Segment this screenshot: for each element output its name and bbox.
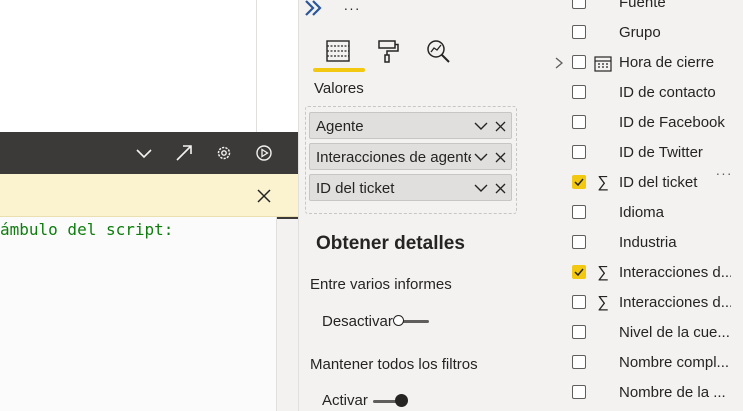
field-name: Industria (619, 234, 677, 251)
field-name: Nombre compl... (619, 354, 730, 371)
fields-tab-icon[interactable] (323, 36, 353, 66)
scrollbar-thumb[interactable] (277, 217, 298, 219)
settings-gear-icon[interactable] (213, 142, 235, 164)
sigma-icon: ∑ (597, 174, 609, 191)
well-label: Agente (316, 118, 364, 135)
field-item[interactable]: Nombre compl... (525, 348, 743, 378)
field-name: Grupo (619, 24, 661, 41)
field-checkbox[interactable] (572, 25, 586, 39)
field-item[interactable]: ID de contacto (525, 78, 743, 108)
cross-report-toggle[interactable] (393, 315, 431, 329)
expand-arrow-icon[interactable] (173, 142, 195, 164)
field-checkbox[interactable] (572, 265, 586, 279)
more-options-icon[interactable]: ··· (337, 0, 367, 18)
field-checkbox[interactable] (572, 85, 586, 99)
analytics-magnifier-icon[interactable] (423, 36, 453, 66)
run-script-icon[interactable] (253, 142, 275, 164)
active-tab-indicator (313, 68, 365, 72)
sigma-icon: ∑ (597, 264, 609, 281)
field-item[interactable]: Idioma (525, 198, 743, 228)
value-well-id-ticket[interactable]: ID del ticket (309, 174, 512, 201)
field-checkbox[interactable] (572, 235, 586, 249)
value-well-agente[interactable]: Agente (309, 112, 512, 139)
field-checkbox[interactable] (572, 385, 586, 399)
field-item[interactable]: Hora de cierre (525, 48, 743, 78)
keep-filters-toggle-label: Activar (322, 392, 368, 409)
field-checkbox[interactable] (572, 355, 586, 369)
field-checkbox[interactable] (572, 205, 586, 219)
collapse-chevron-icon[interactable] (133, 142, 155, 164)
field-item[interactable]: Nivel de la cue... (525, 318, 743, 348)
sigma-icon: ∑ (597, 294, 609, 311)
field-name: Idioma (619, 204, 665, 221)
field-item[interactable]: ∑ ID del ticket (525, 168, 743, 198)
field-item[interactable]: Fuente (525, 0, 743, 18)
calendar-icon (593, 54, 613, 72)
field-item[interactable]: Grupo (525, 18, 743, 48)
remove-field-icon[interactable] (491, 177, 509, 199)
field-item[interactable]: ∑ Interacciones d... (525, 288, 743, 318)
field-checkbox[interactable] (572, 0, 586, 9)
field-more-options-icon[interactable]: ··· (713, 164, 735, 182)
well-label: ID del ticket (316, 180, 395, 197)
editor-scrollbar[interactable] (276, 217, 299, 411)
field-checkbox[interactable] (572, 115, 586, 129)
field-item[interactable]: ID de Facebook (525, 108, 743, 138)
chevron-down-icon[interactable] (471, 146, 491, 168)
field-name: Nombre de la ... (619, 384, 726, 401)
keep-filters-toggle[interactable] (371, 394, 409, 409)
keep-filters-label: Mantener todos los filtros (310, 356, 478, 373)
chevron-right-icon[interactable] (553, 54, 565, 72)
chevron-down-icon[interactable] (471, 177, 491, 199)
values-label: Valores (314, 80, 364, 97)
field-checkbox[interactable] (572, 295, 586, 309)
cross-report-toggle-label: Desactivar (322, 313, 393, 330)
script-warning-banner (0, 174, 298, 217)
field-checkbox[interactable] (572, 325, 586, 339)
value-well-interacciones[interactable]: Interacciones de agente (309, 143, 512, 170)
field-name: Nivel de la cue... (619, 324, 730, 341)
visualizations-pane: ··· Valores Agente Interacciones de agen… (298, 0, 526, 411)
cross-report-label: Entre varios informes (310, 276, 452, 293)
chevron-down-icon[interactable] (471, 115, 491, 137)
script-editor[interactable]: ámbulo del script: (0, 217, 276, 411)
values-well-container[interactable]: Agente Interacciones de agente ID del ti… (305, 106, 517, 214)
field-name: Fuente (619, 0, 666, 11)
field-name: ID de Twitter (619, 144, 703, 161)
drillthrough-title: Obtener detalles (316, 233, 465, 254)
field-name: ID de Facebook (619, 114, 725, 131)
format-paint-roller-icon[interactable] (373, 36, 403, 66)
field-item[interactable]: ∑ Interacciones d... (525, 258, 743, 288)
field-item[interactable]: Industria (525, 228, 743, 258)
field-checkbox[interactable] (572, 55, 586, 69)
field-name: Interacciones d... (619, 264, 731, 281)
field-name: Hora de cierre (619, 54, 715, 71)
remove-field-icon[interactable] (491, 146, 509, 168)
field-name: ID de contacto (619, 84, 716, 101)
fields-pane: Fuente Grupo Hora de cierre ID de contacto I… (525, 0, 743, 411)
field-name: Interacciones d... (619, 294, 731, 311)
field-item[interactable]: Nombre de la ... (525, 378, 743, 408)
close-icon[interactable] (253, 185, 275, 207)
report-canvas[interactable] (0, 0, 257, 132)
well-label: Interacciones de agente (316, 149, 476, 166)
powerbi-visuals-icon[interactable] (303, 0, 327, 18)
script-editor-header (0, 132, 298, 174)
remove-field-icon[interactable] (491, 115, 509, 137)
field-item[interactable]: ID de Twitter (525, 138, 743, 168)
field-checkbox[interactable] (572, 175, 586, 189)
script-comment-text: ámbulo del script: (0, 220, 174, 239)
field-checkbox[interactable] (572, 145, 586, 159)
